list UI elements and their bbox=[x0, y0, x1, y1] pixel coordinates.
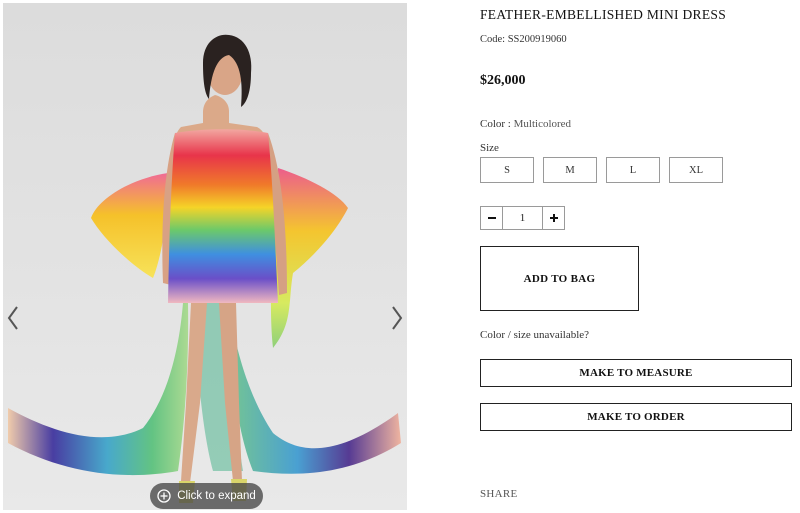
size-option-xl[interactable]: XL bbox=[669, 157, 723, 183]
size-selector: S M L XL bbox=[480, 157, 723, 183]
minus-icon bbox=[487, 217, 496, 219]
chevron-left-icon bbox=[7, 306, 18, 330]
previous-image-button[interactable] bbox=[5, 303, 21, 333]
next-image-button[interactable] bbox=[389, 303, 405, 333]
chevron-right-icon bbox=[392, 306, 403, 330]
unavailable-link[interactable]: Color / size unavailable? bbox=[480, 329, 589, 341]
plus-circle-icon bbox=[157, 489, 171, 503]
click-to-expand-button[interactable]: Click to expand bbox=[150, 483, 263, 509]
product-code-value: SS200919060 bbox=[507, 34, 567, 45]
increase-quantity-button[interactable] bbox=[542, 207, 564, 229]
plus-icon bbox=[549, 214, 558, 222]
product-code-label: Code: bbox=[480, 34, 508, 45]
expand-label: Click to expand bbox=[177, 490, 256, 502]
size-label: Size bbox=[480, 142, 499, 154]
color-label: Color : bbox=[480, 118, 514, 130]
add-to-bag-button[interactable]: ADD TO BAG bbox=[480, 246, 639, 311]
product-image-gallery[interactable]: Click to expand bbox=[3, 3, 407, 510]
size-option-s[interactable]: S bbox=[480, 157, 534, 183]
product-code: Code: SS200919060 bbox=[480, 34, 567, 45]
size-option-l[interactable]: L bbox=[606, 157, 660, 183]
size-option-m[interactable]: M bbox=[543, 157, 597, 183]
quantity-input[interactable] bbox=[503, 207, 542, 229]
decrease-quantity-button[interactable] bbox=[481, 207, 503, 229]
make-to-measure-button[interactable]: MAKE TO MEASURE bbox=[480, 359, 792, 387]
make-to-order-button[interactable]: MAKE TO ORDER bbox=[480, 403, 792, 431]
product-details-panel: FEATHER-EMBELLISHED MINI DRESS Code: SS2… bbox=[480, 0, 795, 513]
color-value: Multicolored bbox=[513, 118, 572, 130]
color-info: Color : Multicolored bbox=[480, 118, 571, 130]
product-photo bbox=[8, 34, 401, 503]
quantity-stepper bbox=[480, 206, 565, 230]
share-link[interactable]: SHARE bbox=[480, 488, 518, 500]
product-price: $26,000 bbox=[480, 73, 526, 88]
product-title: FEATHER-EMBELLISHED MINI DRESS bbox=[480, 7, 727, 22]
